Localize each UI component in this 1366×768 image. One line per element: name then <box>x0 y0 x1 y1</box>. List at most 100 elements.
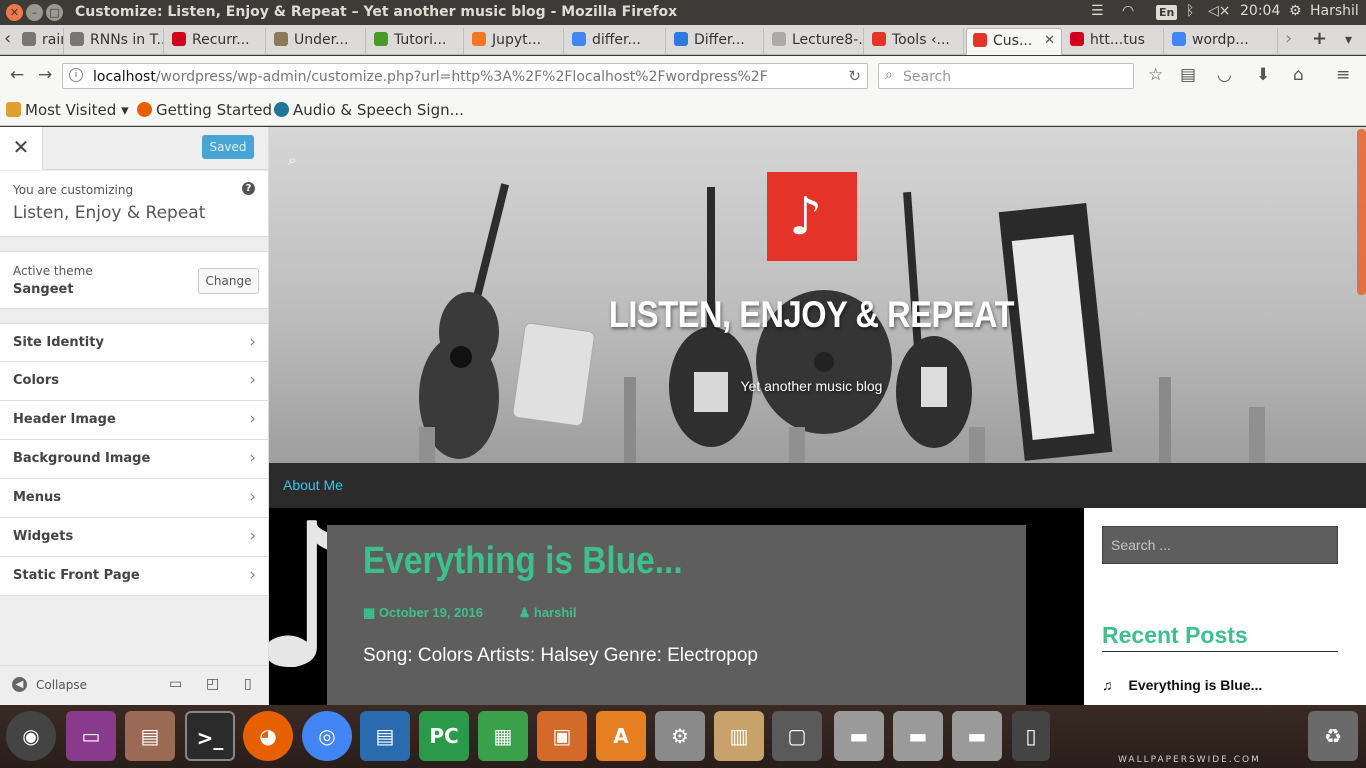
active-theme-panel: Active theme Sangeet Change <box>0 251 268 309</box>
tab-favicon-icon <box>172 32 186 46</box>
browser-tab[interactable]: Jupyt... <box>466 28 564 55</box>
browser-tab[interactable]: Tools ‹... <box>866 28 964 55</box>
drive-icon[interactable]: ▬ <box>893 711 943 761</box>
desktop-preview-icon[interactable]: ▭ <box>169 676 182 692</box>
browser-tab[interactable]: Lecture8-... <box>766 28 864 55</box>
search-bar[interactable]: ⌕ Search <box>878 63 1134 89</box>
site-title[interactable]: LISTEN, ENJOY & REPEAT <box>334 294 1289 336</box>
bookmark-star-icon[interactable]: ☆ <box>1148 65 1163 85</box>
ubuntu-icon[interactable]: ◉ <box>6 711 56 761</box>
widget-search-input[interactable]: Search ... <box>1102 526 1338 564</box>
menu-item-about-me[interactable]: About Me <box>283 477 343 493</box>
help-icon[interactable]: ? <box>242 182 255 195</box>
chrome-icon[interactable]: ◎ <box>302 711 352 761</box>
wifi-icon[interactable]: ◠ <box>1122 3 1134 19</box>
downloads-icon[interactable]: ⬇ <box>1256 65 1270 85</box>
hamburger-menu-icon[interactable]: ≡ <box>1336 65 1350 85</box>
reload-icon[interactable]: ↻ <box>848 67 861 85</box>
bookmark-getting-started[interactable]: Getting Started <box>137 101 272 119</box>
files-icon[interactable]: ▤ <box>125 711 175 761</box>
close-customizer-button[interactable]: ✕ <box>0 127 43 170</box>
calc-icon[interactable]: ▦ <box>478 711 528 761</box>
section-widgets[interactable]: Widgets › <box>0 518 268 557</box>
browser-tab[interactable]: htt...tus <box>1064 28 1164 55</box>
info-icon[interactable]: i <box>69 68 83 82</box>
terminal-icon[interactable]: >_ <box>185 711 235 761</box>
post-author[interactable]: ♟ harshil <box>519 605 593 620</box>
browser-tab[interactable]: Under... <box>268 28 366 55</box>
post-title[interactable]: Everything is Blue... <box>363 540 683 583</box>
keyboard-layout-indicator[interactable]: En <box>1156 5 1178 20</box>
url-text[interactable]: localhost/wordpress/wp-admin/customize.p… <box>93 69 768 85</box>
browser-tab[interactable]: Recurr... <box>166 28 266 55</box>
section-colors[interactable]: Colors › <box>0 362 268 401</box>
drive-icon[interactable]: ▬ <box>834 711 884 761</box>
tab-favicon-icon <box>872 32 886 46</box>
section-background-image[interactable]: Background Image › <box>0 440 268 479</box>
bluetooth-icon[interactable]: ᛒ <box>1186 3 1194 19</box>
tab-label: differ... <box>592 32 641 48</box>
collapse-icon[interactable]: ◀ <box>12 677 27 692</box>
settings-icon[interactable]: ⚙ <box>655 711 705 761</box>
post-meta: ▦ October 19, 2016 ♟ harshil <box>363 605 609 621</box>
pycharm-icon[interactable]: PC <box>419 711 469 761</box>
clock[interactable]: 20:04 <box>1240 3 1280 19</box>
forward-icon[interactable]: → <box>38 65 52 85</box>
folder-icon[interactable]: ▢ <box>772 711 822 761</box>
preview-scrollbar[interactable] <box>1357 129 1366 295</box>
drive-icon[interactable]: ▬ <box>952 711 1002 761</box>
customizing-label: You are customizing <box>13 183 134 197</box>
saved-button[interactable]: Saved <box>202 135 254 159</box>
window-maximize-button[interactable]: □ <box>46 4 63 21</box>
software-center-icon[interactable]: A <box>596 711 646 761</box>
url-bar[interactable]: i localhost/wordpress/wp-admin/customize… <box>62 63 868 89</box>
firefox-icon[interactable]: ◕ <box>243 711 293 761</box>
window-minimize-button[interactable]: – <box>26 4 43 21</box>
recent-post-item[interactable]: ♫ Everything is Blue... <box>1102 677 1262 693</box>
browser-tab[interactable]: Tutori... <box>368 28 464 55</box>
device-icon[interactable]: ▯ <box>1012 711 1050 761</box>
impress-icon[interactable]: ▣ <box>537 711 587 761</box>
gear-icon[interactable]: ⚙ <box>1289 3 1302 19</box>
section-header-image[interactable]: Header Image › <box>0 401 268 440</box>
tab-close-icon[interactable]: ✕ <box>1044 29 1055 53</box>
bookmark-most-visited[interactable]: Most Visited ▾ <box>6 101 129 119</box>
user-name[interactable]: Harshil <box>1310 3 1359 19</box>
menu-icon[interactable]: ☰ <box>1091 3 1104 19</box>
search-icon[interactable]: ⌕ <box>288 151 296 169</box>
browser-tab[interactable]: rain <box>16 28 64 55</box>
browser-tab[interactable]: differ... <box>566 28 666 55</box>
collapse-label[interactable]: Collapse <box>36 678 87 692</box>
os-top-bar: ✕ – □ Customize: Listen, Enjoy & Repeat … <box>0 0 1366 25</box>
tab-label: Tutori... <box>394 32 447 48</box>
back-icon[interactable]: ← <box>10 65 24 85</box>
workspace-switcher-icon[interactable]: ▭ <box>66 711 116 761</box>
new-tab-button[interactable]: + <box>1312 28 1327 49</box>
section-site-identity[interactable]: Site Identity › <box>0 323 268 362</box>
browser-tab[interactable]: Differ... <box>668 28 764 55</box>
window-close-button[interactable]: ✕ <box>6 4 23 21</box>
browser-tab[interactable]: wordp... <box>1166 28 1278 55</box>
site-logo[interactable]: ♪ <box>767 172 857 261</box>
archive-icon[interactable]: ▥ <box>714 711 764 761</box>
change-theme-button[interactable]: Change <box>198 268 259 294</box>
tab-list-icon[interactable]: ▾ <box>1345 32 1352 48</box>
tab-scroll-left-icon[interactable]: ‹ <box>4 28 11 49</box>
volume-muted-icon[interactable]: ◁× <box>1208 3 1231 19</box>
mobile-preview-icon[interactable]: ▯ <box>244 676 252 692</box>
browser-tab[interactable]: Cus... ✕ <box>966 28 1062 55</box>
trash-icon[interactable]: ♻ <box>1308 711 1358 761</box>
section-menus[interactable]: Menus › <box>0 479 268 518</box>
browser-tab[interactable]: RNNs in T... <box>64 28 164 55</box>
tab-scroll-right-icon[interactable]: › <box>1285 28 1292 49</box>
tablet-preview-icon[interactable]: ◰ <box>206 676 219 692</box>
pocket-icon[interactable]: ◡ <box>1217 65 1232 85</box>
tab-favicon-icon <box>374 32 388 46</box>
bookmark-audio-speech[interactable]: Audio & Speech Sign... <box>274 101 464 119</box>
main-content: ♪ Everything is Blue... ▦ October 19, 20… <box>269 508 1084 705</box>
home-icon[interactable]: ⌂ <box>1293 65 1304 85</box>
section-static-front-page[interactable]: Static Front Page › <box>0 557 268 596</box>
post-date[interactable]: ▦ October 19, 2016 <box>363 605 499 620</box>
writer-icon[interactable]: ▤ <box>360 711 410 761</box>
reading-list-icon[interactable]: ▤ <box>1180 65 1196 85</box>
